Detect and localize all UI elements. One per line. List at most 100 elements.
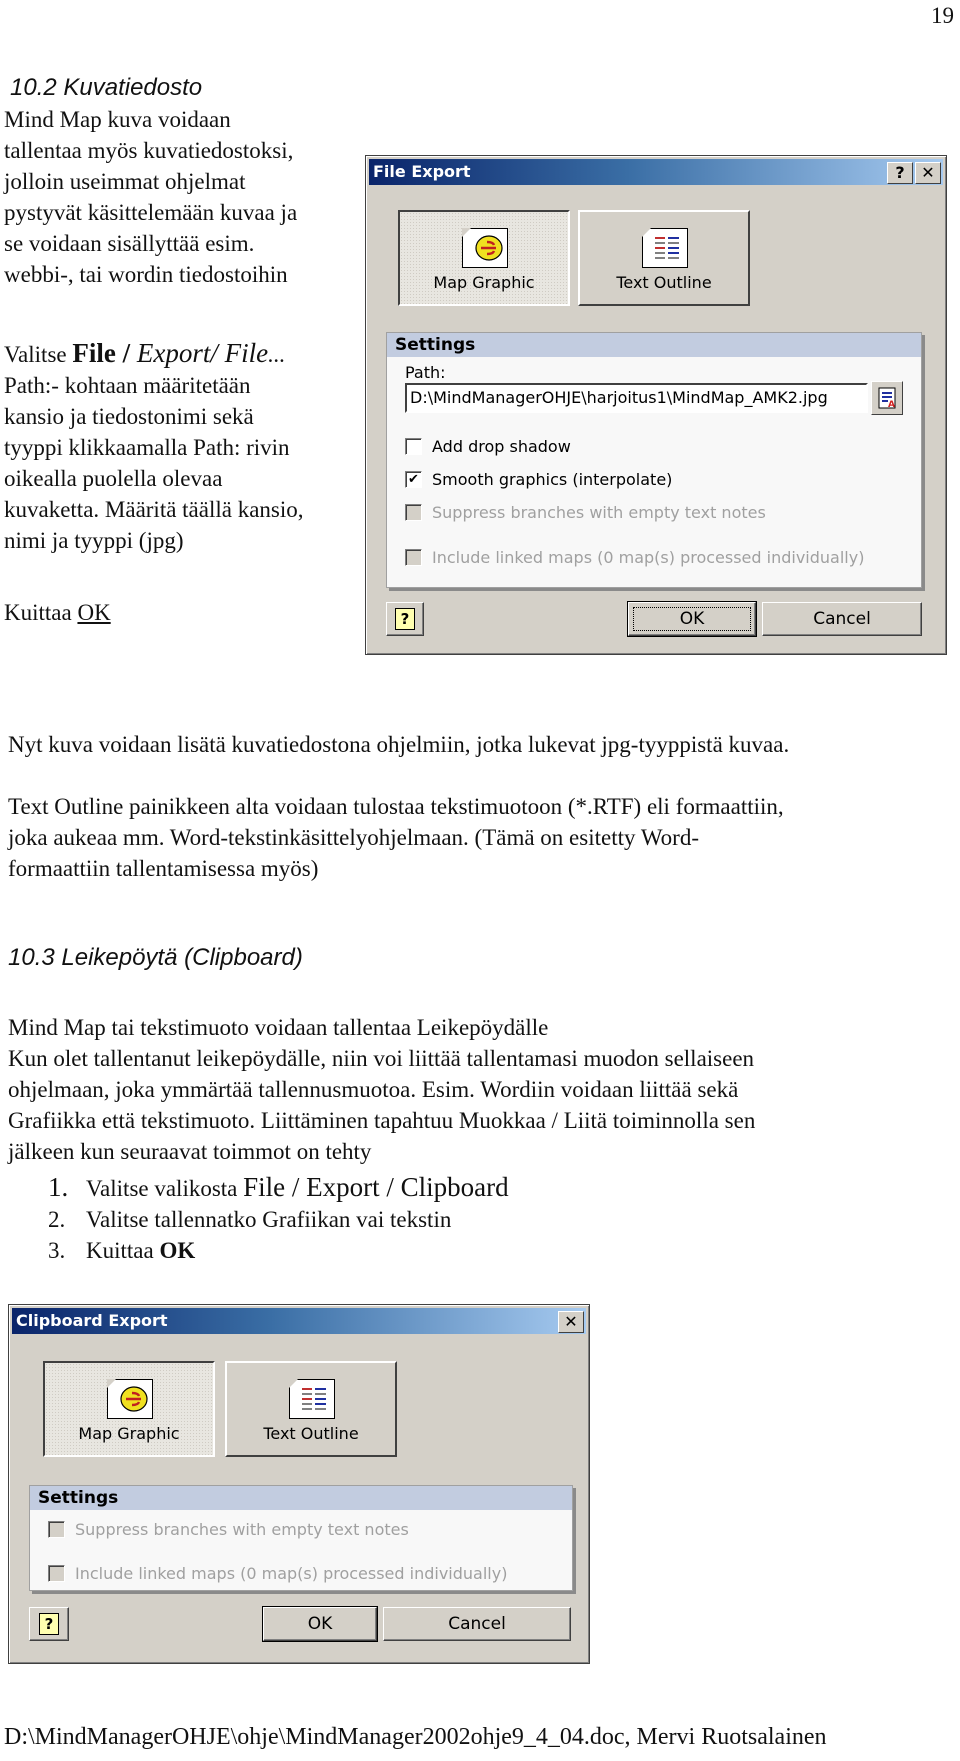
option-label: Include linked maps (0 map(s) processed …	[432, 548, 865, 567]
option-add-drop-shadow[interactable]: Add drop shadow	[405, 437, 571, 457]
text-line: pystyvät käsittelemään kuvaa ja	[4, 200, 298, 225]
option-label: Smooth graphics (interpolate)	[432, 470, 673, 489]
file-export-dialog: File Export ? ✕ Map Graphic Text Outline…	[365, 155, 947, 655]
close-icon: ✕	[921, 163, 935, 182]
map-graphic-label: Map Graphic	[433, 273, 535, 292]
text-line: Path:- kohtaan määritetään	[4, 373, 251, 398]
dialog-titlebar: Clipboard Export ✕	[12, 1308, 586, 1334]
page-footer: D:\MindManagerOHJE\ohje\MindManager2002o…	[4, 1724, 827, 1750]
path-input[interactable]: D:\MindManagerOHJE\harjoitus1\MindMap_AM…	[405, 383, 868, 413]
text-outline-button[interactable]: Text Outline	[578, 210, 750, 306]
list-number: 3.	[48, 1238, 66, 1263]
settings-header: Settings	[30, 1486, 572, 1510]
text-outline-icon	[289, 1379, 335, 1419]
text-outline-label: Text Outline	[263, 1424, 359, 1443]
text-line: kuvaketta. Määritä täällä kansio,	[4, 497, 304, 522]
text-line: nimi ja tyyppi (jpg)	[4, 528, 184, 553]
map-graphic-button[interactable]: Map Graphic	[43, 1361, 215, 1457]
help-button[interactable]: ?	[386, 602, 424, 636]
path-label: Path:	[405, 363, 446, 382]
cancel-label: Cancel	[448, 1614, 506, 1634]
intro-paragraph: Mind Map kuva voidaan tallentaa myös kuv…	[4, 104, 364, 290]
step-text: Valitse valikosta	[86, 1176, 244, 1201]
ok-button[interactable]: OK	[627, 601, 757, 637]
option-suppress-branches: Suppress branches with empty text notes	[48, 1520, 409, 1540]
text: Valitse	[4, 342, 73, 367]
option-label: Suppress branches with empty text notes	[432, 503, 766, 522]
map-graphic-label: Map Graphic	[78, 1424, 180, 1443]
option-label: Include linked maps (0 map(s) processed …	[75, 1564, 508, 1583]
list-item: 1. Valitse valikosta File / Export / Clip…	[48, 1172, 948, 1204]
option-include-linked-maps: Include linked maps (0 map(s) processed …	[48, 1564, 507, 1584]
close-button[interactable]: ✕	[558, 1311, 584, 1333]
step-emph: File / Export / Clipboard	[243, 1172, 509, 1202]
help-icon: ?	[39, 1613, 59, 1635]
settings-panel: Settings Path: D:\MindManagerOHJE\harjoi…	[386, 332, 922, 588]
text-outline-button[interactable]: Text Outline	[225, 1361, 397, 1457]
close-icon: ✕	[564, 1312, 578, 1331]
text-line: Kun olet tallentanut leikepöydälle, niin…	[8, 1046, 755, 1071]
paragraph-text-outline: Text Outline painikkeen alta voidaan tul…	[8, 791, 958, 884]
cancel-button[interactable]: Cancel	[762, 602, 922, 636]
ok-label: OK	[307, 1614, 333, 1634]
settings-header: Settings	[387, 333, 921, 357]
checkbox-disabled	[48, 1521, 65, 1538]
ok-button[interactable]: OK	[262, 1606, 378, 1642]
list-number: 2.	[48, 1207, 66, 1232]
text-line: oikealla puolella olevaa	[4, 466, 223, 491]
focus-rect	[633, 607, 751, 631]
cancel-label: Cancel	[813, 609, 871, 629]
browse-file-icon: A	[878, 387, 896, 410]
help-button[interactable]: ?	[29, 1607, 69, 1641]
cancel-button[interactable]: Cancel	[383, 1607, 571, 1641]
instruction-paragraph: Valitse File / Export/ File... Path:- ko…	[4, 338, 364, 556]
checkbox[interactable]	[405, 438, 422, 455]
help-icon: ?	[395, 608, 415, 630]
text-line: jälkeen kun seuraavat toimmot on tehty	[8, 1139, 372, 1164]
map-graphic-button[interactable]: Map Graphic	[398, 210, 570, 306]
option-smooth-graphics[interactable]: ✔ Smooth graphics (interpolate)	[405, 470, 672, 490]
checkbox-checked[interactable]: ✔	[405, 471, 422, 488]
text-line: se voidaan sisällyttää esim.	[4, 231, 255, 256]
section-heading-leikepoyta: 10.3 Leikepöytä (Clipboard)	[8, 944, 303, 971]
browse-button[interactable]: A	[871, 381, 903, 415]
dialog-title: Clipboard Export	[16, 1311, 168, 1330]
step-emph: OK	[159, 1238, 196, 1263]
map-graphic-icon	[107, 1379, 153, 1419]
text-line: kansio ja tiedostonimi sekä	[4, 404, 254, 429]
text-line: tallentaa myös kuvatiedostoksi,	[4, 138, 294, 163]
map-graphic-icon	[462, 228, 508, 268]
steps-list: 1. Valitse valikosta File / Export / Clip…	[48, 1172, 948, 1266]
help-title-button[interactable]: ?	[887, 162, 913, 184]
text-line: ohjelmaan, joka ymmärtää tallennusmuotoa…	[8, 1077, 739, 1102]
menu-path-line: Valitse File / Export/ File...	[4, 338, 364, 370]
text-line: joka aukeaa mm. Word-tekstinkäsittelyohj…	[8, 825, 699, 850]
ok-reference: OK	[77, 600, 111, 625]
section-heading-kuvatiedosto: 10.2 Kuvatiedosto	[10, 74, 203, 101]
text: Kuittaa	[4, 600, 78, 625]
text-outline-label: Text Outline	[616, 273, 712, 292]
menu-export-file: Export/ File	[130, 338, 269, 368]
ellipsis: ...	[268, 342, 286, 367]
step-text: Kuittaa	[86, 1238, 160, 1263]
list-item: 3. Kuittaa OK	[48, 1235, 948, 1266]
clipboard-export-dialog: Clipboard Export ✕ Map Graphic Text Outl…	[8, 1304, 590, 1664]
close-button[interactable]: ✕	[915, 162, 941, 184]
confirm-line: Kuittaa OK	[4, 597, 111, 628]
text-line: Mind Map kuva voidaan	[4, 107, 231, 132]
page-number: 19	[931, 3, 954, 28]
text-line: formaattiin tallentamisessa myös)	[8, 856, 319, 881]
dialog-title: File Export	[373, 162, 471, 181]
text-line: Text Outline painikkeen alta voidaan tul…	[8, 794, 784, 819]
svg-text:A: A	[888, 400, 895, 410]
menu-file: File /	[72, 338, 131, 368]
checkbox-disabled	[405, 504, 422, 521]
text-line: Mind Map tai tekstimuoto voidaan tallent…	[8, 1015, 549, 1040]
option-include-linked-maps: Include linked maps (0 map(s) processed …	[405, 548, 864, 568]
list-item: 2. Valitse tallennatko Grafiikan vai teks…	[48, 1204, 948, 1235]
text-line: jolloin useimmat ohjelmat	[4, 169, 246, 194]
option-label: Add drop shadow	[432, 437, 571, 456]
list-number: 1.	[48, 1172, 69, 1202]
checkbox-disabled	[405, 549, 422, 566]
option-label: Suppress branches with empty text notes	[75, 1520, 409, 1539]
